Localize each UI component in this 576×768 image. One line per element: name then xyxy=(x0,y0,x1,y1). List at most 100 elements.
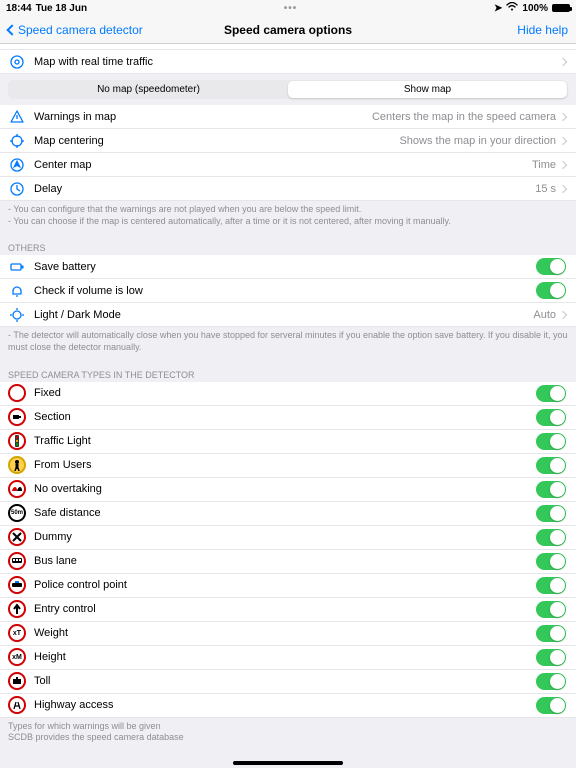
status-time: 18:44 xyxy=(6,3,32,14)
row-warnings-in-map[interactable]: Warnings in map Centers the map in the s… xyxy=(0,105,576,129)
chevron-right-icon xyxy=(559,160,567,168)
row-type-section[interactable]: Section xyxy=(0,406,576,430)
row-light-dark-mode[interactable]: Light / Dark Mode Auto xyxy=(0,303,576,327)
row-type-traffic-light[interactable]: Traffic Light xyxy=(0,430,576,454)
toggle-type[interactable] xyxy=(536,673,566,690)
value: Time xyxy=(532,159,556,171)
toggle-type[interactable] xyxy=(536,649,566,666)
row-type-fixed[interactable]: Fixed xyxy=(0,382,576,406)
row-type-no-overtaking[interactable]: No overtaking xyxy=(0,478,576,502)
mode-icon xyxy=(8,307,26,323)
row-type-entry-control[interactable]: Entry control xyxy=(0,598,576,622)
map-toggle-segmented[interactable]: No map (speedometer) Show map xyxy=(8,80,568,99)
type-icon xyxy=(8,696,26,714)
row-type-safe-distance[interactable]: 50m Safe distance xyxy=(0,502,576,526)
type-icon xyxy=(8,576,26,594)
chevron-right-icon xyxy=(559,136,567,144)
type-icon: 50m xyxy=(8,504,26,522)
label: Warnings in map xyxy=(34,111,372,123)
label: Highway access xyxy=(34,699,536,711)
footer-types: Types for which warnings will be given S… xyxy=(0,718,576,750)
type-icon xyxy=(8,480,26,498)
chevron-left-icon xyxy=(6,24,17,35)
wifi-icon xyxy=(506,2,518,14)
home-indicator xyxy=(233,761,343,765)
type-icon xyxy=(8,528,26,546)
type-icon: xM xyxy=(8,648,26,666)
battery-icon xyxy=(8,259,26,275)
hide-help-button[interactable]: Hide help xyxy=(517,23,568,37)
row-type-police-control-point[interactable]: Police control point xyxy=(0,574,576,598)
row-save-battery[interactable]: Save battery xyxy=(0,255,576,279)
value: Centers the map in the speed camera xyxy=(372,111,556,123)
toggle-save-battery[interactable] xyxy=(536,258,566,275)
delay-icon xyxy=(8,181,26,197)
row-map-traffic[interactable]: Map with real time traffic xyxy=(0,50,576,74)
section-types: SPEED CAMERA TYPES IN THE DETECTOR xyxy=(0,360,576,382)
type-icon xyxy=(8,384,26,402)
toggle-type[interactable] xyxy=(536,625,566,642)
label: Light / Dark Mode xyxy=(34,309,533,321)
type-icon: xT xyxy=(8,624,26,642)
row-check-volume[interactable]: Check if volume is low xyxy=(0,279,576,303)
toggle-type[interactable] xyxy=(536,385,566,402)
bell-icon xyxy=(8,283,26,299)
label: From Users xyxy=(34,459,536,471)
toggle-type[interactable] xyxy=(536,409,566,426)
row-map-centering[interactable]: Map centering Shows the map in your dire… xyxy=(0,129,576,153)
segment-no-map[interactable]: No map (speedometer) xyxy=(9,81,288,98)
back-button[interactable]: Speed camera detector xyxy=(8,23,143,37)
type-icon xyxy=(8,456,26,474)
chevron-right-icon xyxy=(559,112,567,120)
chevron-right-icon xyxy=(559,311,567,319)
row-center-map[interactable]: Center map Time xyxy=(0,153,576,177)
row-type-dummy[interactable]: Dummy xyxy=(0,526,576,550)
value: Shows the map in your direction xyxy=(399,135,556,147)
note-speed-map: - You can configure that the warnings ar… xyxy=(0,201,576,233)
toggle-type[interactable] xyxy=(536,457,566,474)
value: Auto xyxy=(533,309,556,321)
toggle-type[interactable] xyxy=(536,577,566,594)
toggle-type[interactable] xyxy=(536,481,566,498)
label: Weight xyxy=(34,627,536,639)
battery-icon xyxy=(552,4,570,12)
label: Police control point xyxy=(34,579,536,591)
centering-icon xyxy=(8,133,26,149)
label: Fixed xyxy=(34,387,536,399)
toggle-check-volume[interactable] xyxy=(536,282,566,299)
toggle-type[interactable] xyxy=(536,505,566,522)
toggle-type[interactable] xyxy=(536,697,566,714)
row-type-toll[interactable]: Toll xyxy=(0,670,576,694)
row-type-highway-access[interactable]: Highway access xyxy=(0,694,576,718)
label: Safe distance xyxy=(34,507,536,519)
back-label: Speed camera detector xyxy=(18,23,143,37)
label: Height xyxy=(34,651,536,663)
center-icon xyxy=(8,157,26,173)
row-type-bus-lane[interactable]: Bus lane xyxy=(0,550,576,574)
toggle-type[interactable] xyxy=(536,529,566,546)
label: Section xyxy=(34,411,536,423)
status-dots: ••• xyxy=(284,3,298,14)
battery-pct: 100% xyxy=(522,3,548,14)
label: Traffic Light xyxy=(34,435,536,447)
toggle-type[interactable] xyxy=(536,553,566,570)
note-battery: - The detector will automatically close … xyxy=(0,327,576,359)
status-date: Tue 18 Jun xyxy=(36,3,88,14)
toggle-type[interactable] xyxy=(536,433,566,450)
row-type-from-users[interactable]: From Users xyxy=(0,454,576,478)
row-type-height[interactable]: xM Height xyxy=(0,646,576,670)
section-others: OTHERS xyxy=(0,233,576,255)
label: Map centering xyxy=(34,135,399,147)
row-delay[interactable]: Delay 15 s xyxy=(0,177,576,201)
type-icon xyxy=(8,600,26,618)
label: Dummy xyxy=(34,531,536,543)
location-icon: ➤ xyxy=(494,3,502,14)
chevron-right-icon xyxy=(559,184,567,192)
label: No overtaking xyxy=(34,483,536,495)
toggle-type[interactable] xyxy=(536,601,566,618)
warning-icon xyxy=(8,109,26,125)
segment-show-map[interactable]: Show map xyxy=(288,81,567,98)
type-icon xyxy=(8,672,26,690)
row-type-weight[interactable]: xT Weight xyxy=(0,622,576,646)
status-bar: 18:44 Tue 18 Jun ••• ➤ 100% xyxy=(0,0,576,16)
